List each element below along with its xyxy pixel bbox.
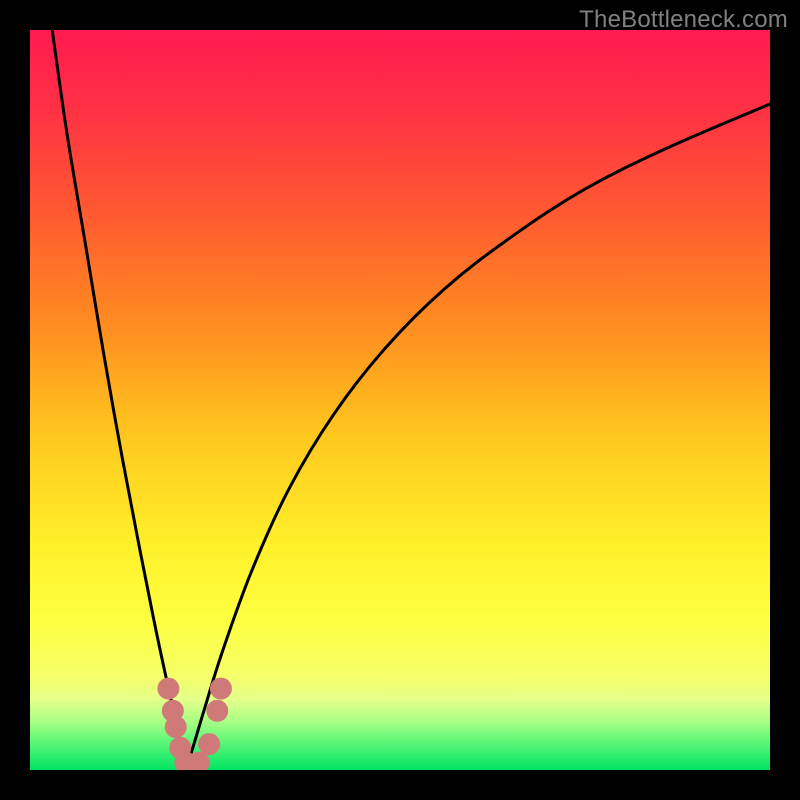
plot-area: [30, 30, 770, 770]
marker-dot: [157, 678, 179, 700]
watermark-text: TheBottleneck.com: [579, 6, 788, 34]
chart-frame: TheBottleneck.com: [0, 0, 800, 800]
marker-dot: [206, 700, 228, 722]
curve-left-branch: [52, 30, 185, 770]
marker-dot: [210, 678, 232, 700]
curve-right-branch: [185, 104, 770, 770]
curve-layer: [30, 30, 770, 770]
marker-dot: [165, 716, 187, 738]
bottleneck-curve: [52, 30, 770, 770]
marker-dot: [198, 733, 220, 755]
data-markers: [157, 678, 232, 770]
